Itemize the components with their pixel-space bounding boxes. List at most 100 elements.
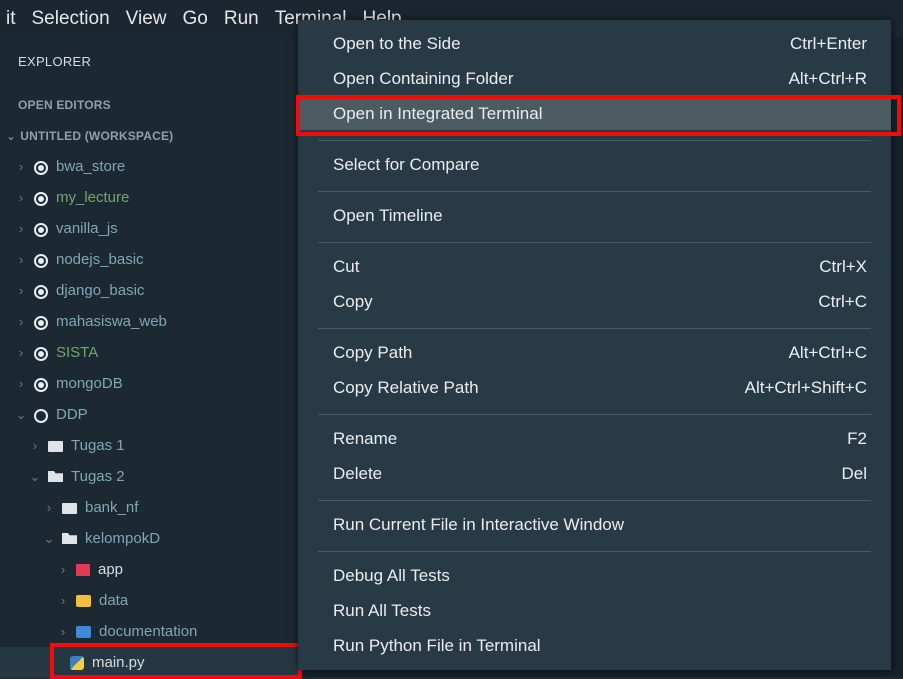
- menu-item-shortcut: Alt+Ctrl+R: [788, 69, 867, 88]
- menu-view[interactable]: View: [118, 8, 175, 30]
- app-folder-icon: [76, 563, 90, 576]
- menu-item-open-containing-folder[interactable]: Open Containing Folder Alt+Ctrl+R: [298, 63, 891, 95]
- menu-item-label: Open Containing Folder: [333, 69, 514, 88]
- menu-item-rename[interactable]: Rename F2: [298, 423, 891, 455]
- menu-edit[interactable]: it: [0, 8, 24, 30]
- tree-item-label: mahasiswa_web: [56, 313, 167, 330]
- repo-icon: [34, 315, 48, 330]
- menu-item-open-to-side[interactable]: Open to the Side Ctrl+Enter: [298, 28, 891, 60]
- menu-item-open-timeline[interactable]: Open Timeline: [298, 200, 891, 232]
- tree-item-mahasiswa-web[interactable]: › mahasiswa_web: [0, 306, 300, 337]
- tree-item-label: Tugas 1: [71, 437, 125, 454]
- tree-item-label: DDP: [56, 406, 88, 423]
- menu-item-shortcut: Alt+Ctrl+Shift+C: [744, 378, 867, 397]
- menu-item-shortcut: Del: [841, 464, 867, 483]
- tree-item-bwa-store[interactable]: › bwa_store: [0, 151, 300, 182]
- chevron-right-icon: ›: [18, 221, 24, 236]
- menu-item-label: Delete: [333, 464, 383, 483]
- context-menu: Open to the Side Ctrl+Enter Open Contain…: [298, 20, 891, 670]
- tree-item-mongodb[interactable]: › mongoDB: [0, 368, 300, 399]
- tree-item-kelompokd[interactable]: ⌄ kelompokD: [0, 523, 300, 554]
- repo-icon: [34, 160, 48, 175]
- repo-icon: [34, 222, 48, 237]
- tree-item-label: data: [99, 592, 129, 609]
- repo-icon: [34, 191, 48, 206]
- chevron-right-icon: ›: [18, 252, 24, 267]
- menu-item-label: Copy: [333, 292, 373, 311]
- menu-item-label: Copy Relative Path: [333, 378, 479, 397]
- repo-icon: [34, 253, 48, 268]
- tree-item-django-basic[interactable]: › django_basic: [0, 275, 300, 306]
- menu-item-label: Cut: [333, 257, 360, 276]
- menu-item-label: Open to the Side: [333, 34, 461, 53]
- open-editors-section[interactable]: OPEN EDITORS: [18, 98, 111, 112]
- menu-separator: [318, 328, 871, 329]
- tree-item-tugas-2[interactable]: ⌄ Tugas 2: [0, 461, 300, 492]
- chevron-right-icon: ›: [60, 562, 66, 577]
- tree-item-my-lecture[interactable]: › my_lecture: [0, 182, 300, 213]
- menu-item-shortcut: Ctrl+Enter: [790, 34, 867, 53]
- menu-item-open-in-integrated-terminal[interactable]: Open in Integrated Terminal: [298, 98, 891, 130]
- menu-item-cut[interactable]: Cut Ctrl+X: [298, 251, 891, 283]
- menu-item-run-python-file-in-terminal[interactable]: Run Python File in Terminal: [298, 630, 891, 662]
- workspace-section[interactable]: ⌄ UNTITLED (WORKSPACE): [6, 129, 173, 143]
- folder-open-icon: [62, 533, 77, 544]
- repo-icon: [34, 377, 48, 392]
- tree-item-bank-nf[interactable]: › bank_nf: [0, 492, 300, 523]
- repo-icon: [34, 284, 48, 299]
- tree-item-vanilla-js[interactable]: › vanilla_js: [0, 213, 300, 244]
- chevron-right-icon: ›: [60, 624, 66, 639]
- menu-item-select-for-compare[interactable]: Select for Compare: [298, 149, 891, 181]
- chevron-right-icon: ›: [18, 345, 24, 360]
- chevron-right-icon: ›: [46, 500, 52, 515]
- menu-item-shortcut: Ctrl+X: [819, 257, 867, 276]
- tree-item-tugas-1[interactable]: › Tugas 1: [0, 430, 300, 461]
- tree-item-documentation[interactable]: › documentation: [0, 616, 300, 647]
- menu-item-label: Select for Compare: [333, 155, 480, 174]
- tree-item-app[interactable]: › app: [0, 554, 300, 585]
- chevron-right-icon: ›: [60, 593, 66, 608]
- menu-item-delete[interactable]: Delete Del: [298, 458, 891, 490]
- tree-item-data[interactable]: › data: [0, 585, 300, 616]
- menu-item-label: Rename: [333, 429, 398, 448]
- menu-item-shortcut: Ctrl+C: [818, 292, 867, 311]
- menu-run[interactable]: Run: [216, 8, 267, 30]
- chevron-down-icon: ⌄: [43, 530, 55, 546]
- menu-item-copy-relative-path[interactable]: Copy Relative Path Alt+Ctrl+Shift+C: [298, 372, 891, 404]
- tree-item-label: my_lecture: [56, 189, 130, 206]
- chevron-down-icon: ⌄: [29, 468, 41, 484]
- tree-item-label: documentation: [99, 623, 198, 640]
- folder-open-icon: [48, 471, 63, 482]
- tree-item-label: bank_nf: [85, 499, 139, 516]
- chevron-right-icon: ›: [18, 190, 24, 205]
- python-file-icon: [70, 655, 84, 670]
- tree-item-ddp[interactable]: ⌄ DDP: [0, 399, 300, 430]
- menu-separator: [318, 414, 871, 415]
- menu-go[interactable]: Go: [175, 8, 216, 30]
- tree-item-label: vanilla_js: [56, 220, 118, 237]
- folder-icon: [48, 441, 63, 452]
- tree-item-nodejs-basic[interactable]: › nodejs_basic: [0, 244, 300, 275]
- menu-item-label: Debug All Tests: [333, 566, 450, 585]
- menu-item-copy[interactable]: Copy Ctrl+C: [298, 286, 891, 318]
- menu-selection[interactable]: Selection: [24, 8, 118, 30]
- menu-item-run-in-interactive-window[interactable]: Run Current File in Interactive Window: [298, 509, 891, 541]
- tree-item-label: django_basic: [56, 282, 145, 299]
- tree-item-sista[interactable]: › SISTA: [0, 337, 300, 368]
- menu-item-copy-path[interactable]: Copy Path Alt+Ctrl+C: [298, 337, 891, 369]
- tree-item-label: main.py: [92, 654, 145, 671]
- chevron-right-icon: ›: [18, 159, 24, 174]
- menu-item-run-all-tests[interactable]: Run All Tests: [298, 595, 891, 627]
- menu-item-label: Run All Tests: [333, 601, 431, 620]
- menu-item-label: Open in Integrated Terminal: [333, 104, 543, 123]
- chevron-right-icon: ›: [18, 376, 24, 391]
- menu-item-label: Run Current File in Interactive Window: [333, 515, 625, 534]
- menu-item-debug-all-tests[interactable]: Debug All Tests: [298, 560, 891, 592]
- tree-item-label: nodejs_basic: [56, 251, 144, 268]
- folder-icon: [62, 503, 77, 514]
- tree-item-main-py[interactable]: main.py: [0, 647, 300, 678]
- explorer-title: EXPLORER: [18, 54, 92, 69]
- tree-item-label: bwa_store: [56, 158, 126, 175]
- chevron-right-icon: ›: [32, 438, 38, 453]
- chevron-right-icon: ›: [18, 314, 24, 329]
